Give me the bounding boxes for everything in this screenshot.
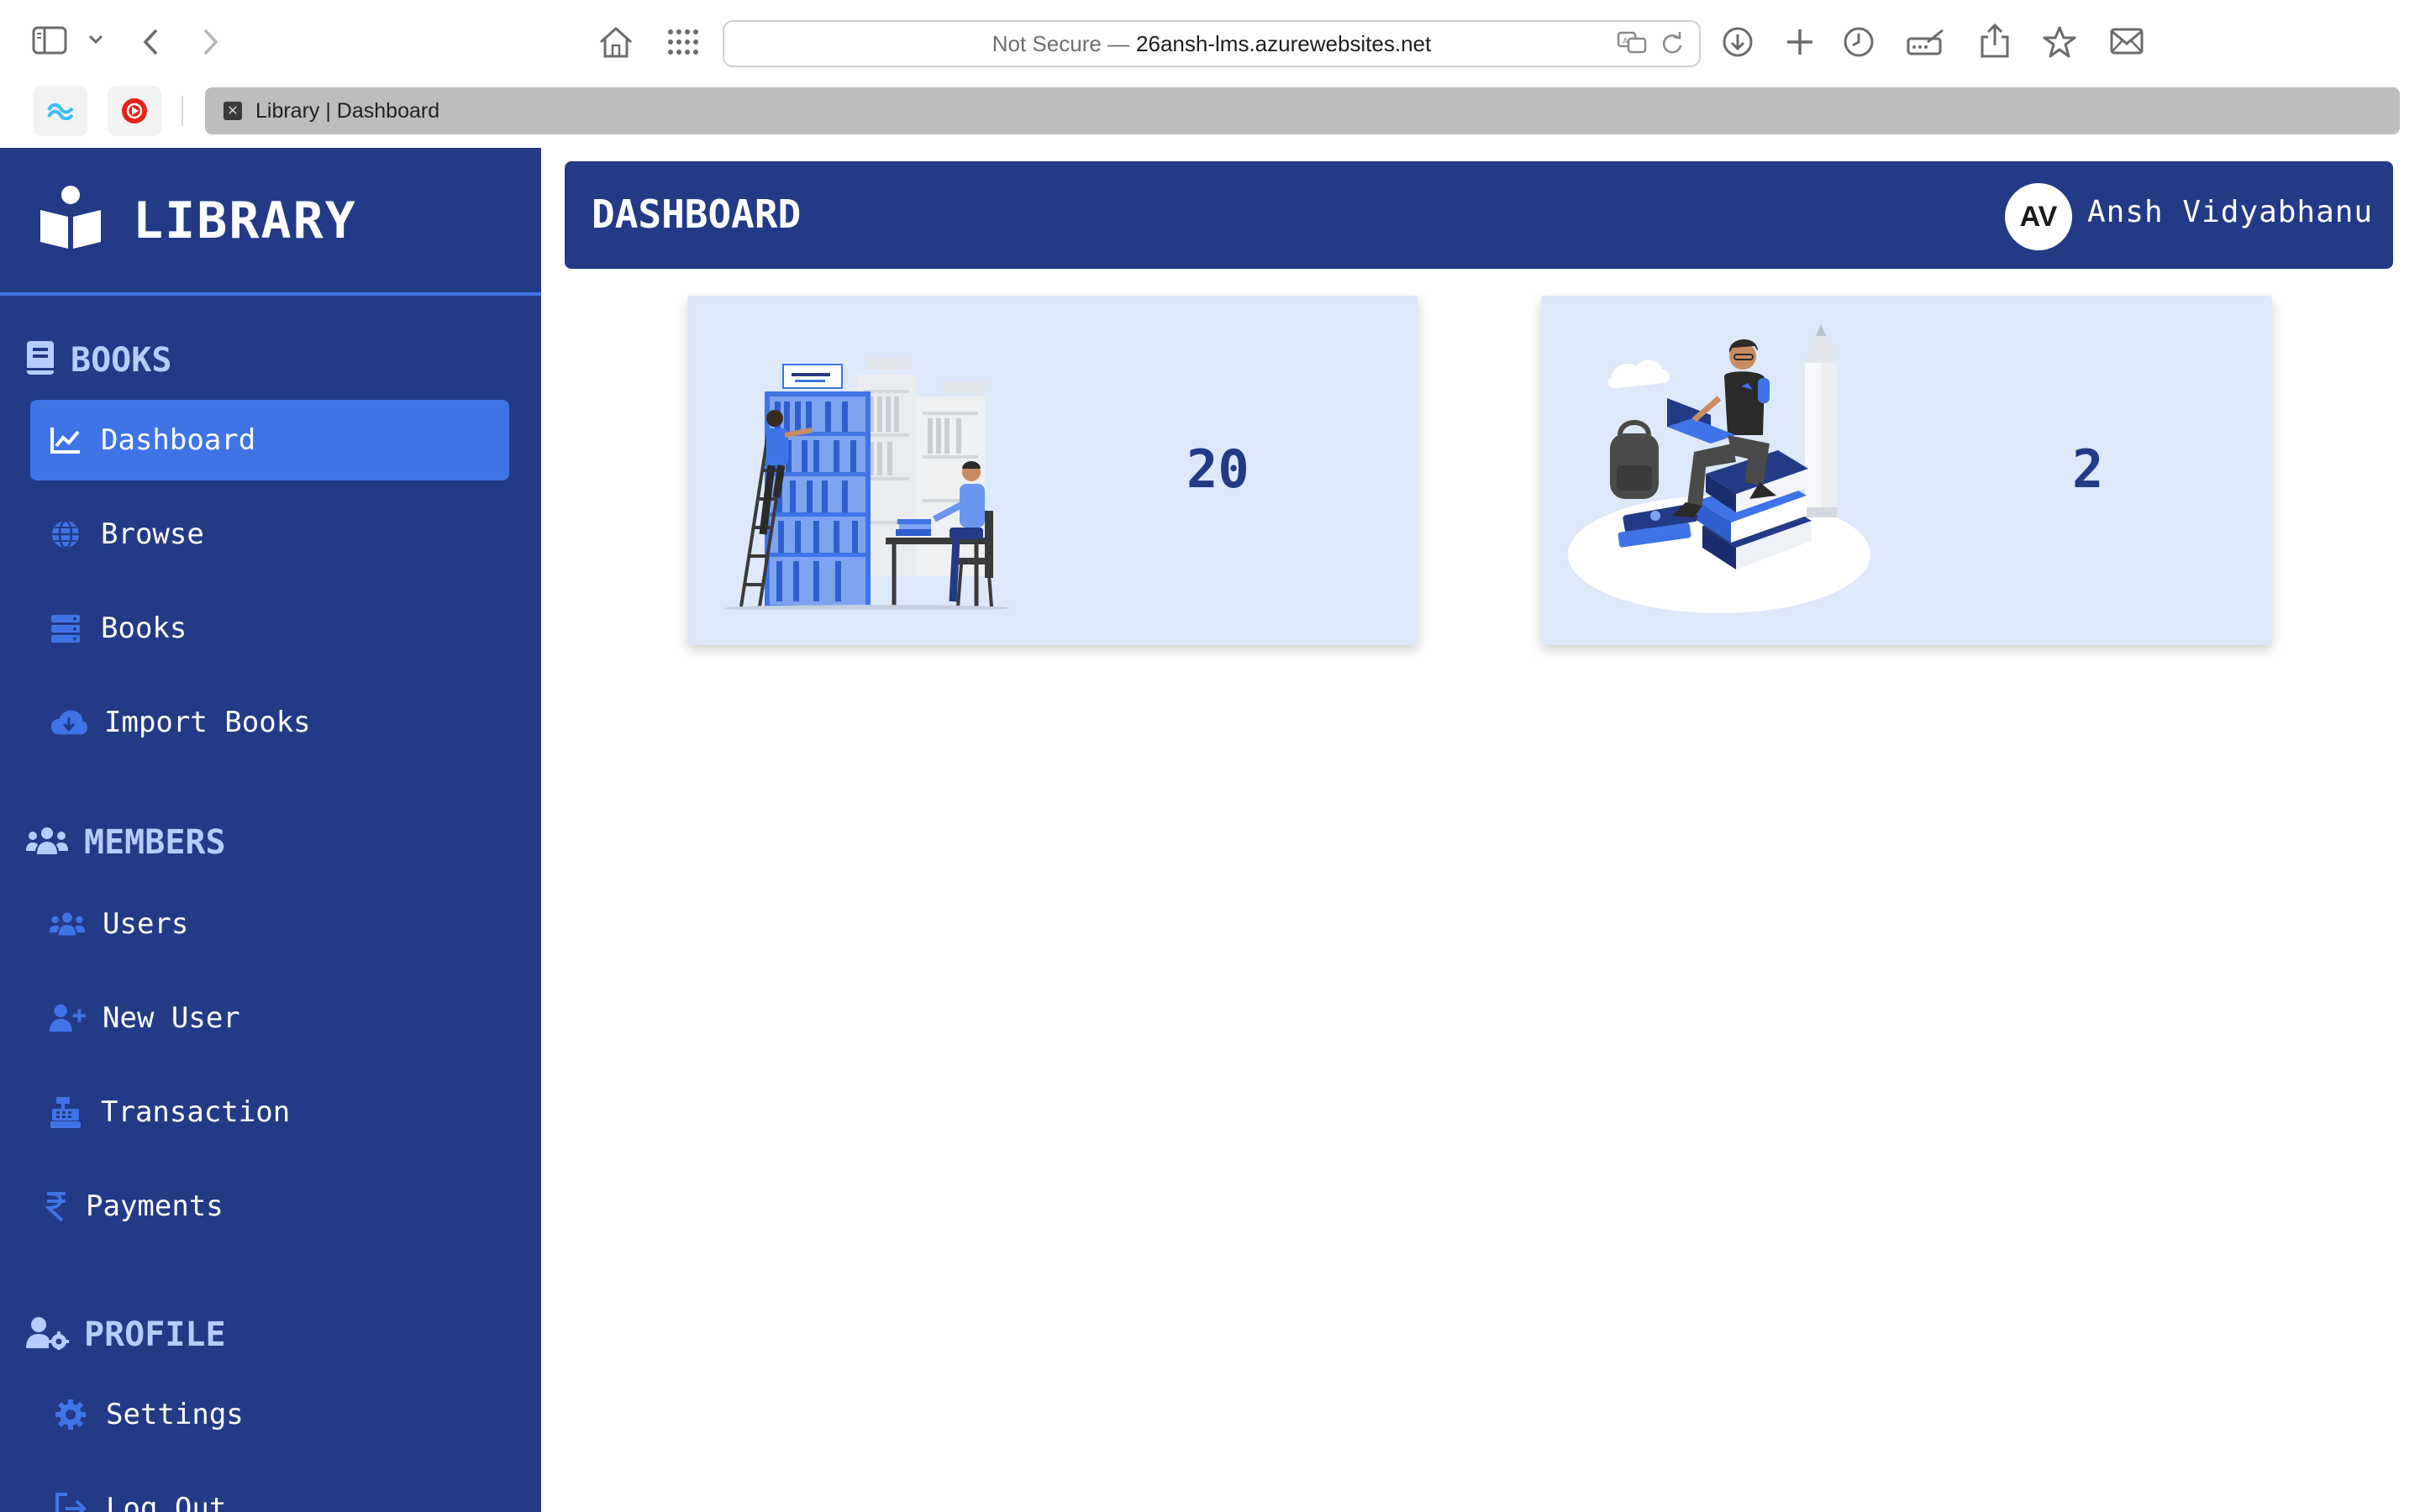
page-header: DASHBOARD AV Ansh Vidyabhanu — [565, 161, 2393, 269]
nav-label: Settings — [106, 1398, 244, 1431]
cloud-download-icon — [50, 704, 87, 741]
download-icon[interactable] — [1721, 25, 1754, 59]
security-indicator: Not Secure — — [992, 30, 1130, 56]
members-count-value: 2 — [2072, 438, 2104, 500]
nav-label: Users — [103, 907, 189, 941]
books-count-value: 20 — [1186, 438, 1249, 500]
section-title: PROFILE — [84, 1315, 226, 1354]
users-icon — [25, 826, 69, 860]
cash-register-icon — [47, 1094, 84, 1131]
users-icon — [49, 906, 86, 942]
sign-out-icon — [52, 1490, 89, 1512]
gear-icon — [52, 1396, 89, 1433]
stat-card-members[interactable]: 2 — [1541, 296, 2272, 645]
share-icon[interactable] — [1980, 22, 2010, 59]
user-cog-icon — [25, 1316, 69, 1354]
back-icon[interactable] — [141, 27, 161, 57]
book-reader-icon — [37, 185, 104, 255]
brand[interactable]: LIBRARY — [0, 148, 541, 296]
user-plus-icon — [49, 1000, 86, 1037]
history-icon[interactable] — [1842, 25, 1876, 59]
section-books: BOOKS — [25, 339, 171, 381]
avatar[interactable]: AV — [2005, 183, 2072, 250]
nav-label: Import Books — [104, 706, 311, 739]
url-text: 26ansh-lms.azurewebsites.net — [1136, 30, 1432, 56]
tailwind-favicon-icon[interactable] — [34, 86, 87, 136]
globe-icon — [47, 516, 84, 553]
youtube-music-favicon-icon[interactable] — [108, 86, 161, 136]
tab-title: Library | Dashboard — [255, 98, 440, 123]
nav-payments[interactable]: Payments — [30, 1166, 509, 1247]
stat-card-books[interactable]: 20 — [687, 296, 1418, 645]
student-on-books-illustration — [1568, 318, 1879, 624]
favorites-divider — [182, 96, 183, 126]
nav-label: Payments — [86, 1189, 224, 1223]
user-name[interactable]: Ansh Vidyabhanu — [2087, 195, 2373, 229]
translate-icon[interactable]: A — [1617, 30, 1647, 61]
home-icon[interactable] — [598, 25, 634, 59]
bookmark-star-icon[interactable] — [2042, 25, 2077, 59]
forward-icon[interactable] — [200, 27, 220, 57]
chevron-down-icon[interactable] — [87, 34, 104, 45]
nav-label: Browse — [101, 517, 204, 551]
nav-transaction[interactable]: Transaction — [30, 1072, 509, 1152]
section-title: MEMBERS — [84, 823, 226, 862]
nav-settings[interactable]: Settings — [30, 1374, 509, 1455]
browser-chrome: Not Secure — 26ansh-lms.azurewebsites.ne… — [0, 0, 2420, 148]
nav-label: Transaction — [101, 1095, 291, 1129]
nav-label: Log Out — [106, 1492, 227, 1512]
section-profile: PROFILE — [25, 1315, 226, 1354]
nav-label: Books — [101, 612, 187, 645]
rupee-icon — [44, 1188, 69, 1225]
section-title: BOOKS — [71, 340, 172, 380]
nav-import-books[interactable]: Import Books — [30, 682, 509, 763]
nav-label: Dashboard — [101, 423, 256, 457]
markup-icon[interactable] — [1906, 27, 1946, 57]
brand-title: LIBRARY — [133, 192, 357, 250]
tab-close-icon[interactable]: ✕ — [224, 102, 242, 120]
nav-books[interactable]: Books — [30, 588, 509, 669]
new-tab-icon[interactable] — [1785, 27, 1815, 57]
nav-new-user[interactable]: New User — [30, 978, 509, 1058]
page-title: DASHBOARD — [592, 192, 802, 237]
address-bar[interactable]: Not Secure — 26ansh-lms.azurewebsites.ne… — [723, 20, 1701, 67]
sidebar: LIBRARY BOOKS Dashboard Browse Books Imp… — [0, 148, 541, 1512]
nav-browse[interactable]: Browse — [30, 494, 509, 575]
sidebar-toggle-icon[interactable] — [32, 25, 69, 57]
grid-icon[interactable] — [667, 29, 699, 55]
browser-tab[interactable]: ✕ Library | Dashboard — [205, 87, 2400, 134]
nav-dashboard[interactable]: Dashboard — [30, 400, 509, 480]
book-icon — [25, 339, 55, 381]
nav-users[interactable]: Users — [30, 884, 509, 964]
reload-icon[interactable] — [1660, 30, 1684, 61]
svg-text:A: A — [1623, 37, 1628, 46]
mail-icon[interactable] — [2109, 27, 2144, 55]
chart-line-icon — [47, 422, 84, 459]
server-icon — [47, 610, 84, 647]
nav-log-out[interactable]: Log Out — [30, 1468, 509, 1512]
section-members: MEMBERS — [25, 823, 226, 862]
library-shelves-illustration — [708, 324, 1018, 614]
nav-label: New User — [103, 1001, 240, 1035]
